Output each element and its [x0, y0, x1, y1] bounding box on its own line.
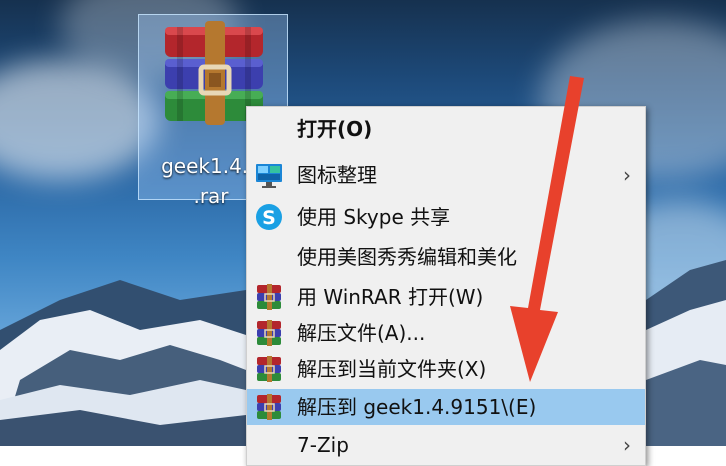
winrar-icon [257, 284, 281, 310]
menu-item-extract-here[interactable]: 解压到当前文件夹(X) [247, 351, 645, 387]
menu-item-label: 用 WinRAR 打开(W) [297, 285, 484, 309]
monitor-icon [256, 164, 282, 188]
menu-item-label: 解压到当前文件夹(X) [297, 357, 487, 381]
menu-item-open-with-winrar[interactable]: 用 WinRAR 打开(W) [247, 279, 645, 315]
menu-item-extract-to-folder[interactable]: 解压到 geek1.4.9151\(E) [247, 389, 645, 425]
menu-item-open[interactable]: 打开(O) [247, 111, 645, 147]
menu-item-label: 使用美图秀秀编辑和美化 [297, 245, 517, 269]
menu-item-label: 图标整理 [297, 163, 377, 187]
winrar-icon [257, 394, 281, 420]
context-menu: 打开(O) 图标整理 › S 使用 Skype 共享 使用美图秀秀编辑和美化 用… [246, 106, 646, 466]
svg-text:S: S [262, 207, 276, 229]
menu-item-label: 使用 Skype 共享 [297, 205, 451, 229]
menu-item-label: 解压到 geek1.4.9151\(E) [297, 395, 537, 419]
menu-item-label: 7-Zip [297, 433, 349, 457]
winrar-icon [257, 356, 281, 382]
menu-item-meitu-edit[interactable]: 使用美图秀秀编辑和美化 [247, 239, 645, 275]
menu-item-extract-files[interactable]: 解压文件(A)... [247, 315, 645, 351]
menu-item-skype-share[interactable]: S 使用 Skype 共享 [247, 199, 645, 235]
winrar-icon [257, 320, 281, 346]
submenu-chevron-icon: › [623, 163, 631, 187]
menu-item-label: 打开(O) [297, 117, 373, 141]
menu-item-7zip[interactable]: 7-Zip › [247, 427, 645, 463]
menu-item-icon-arrange[interactable]: 图标整理 › [247, 157, 645, 193]
submenu-chevron-icon: › [623, 433, 631, 457]
menu-item-label: 解压文件(A)... [297, 321, 426, 345]
skype-icon: S [256, 204, 282, 230]
